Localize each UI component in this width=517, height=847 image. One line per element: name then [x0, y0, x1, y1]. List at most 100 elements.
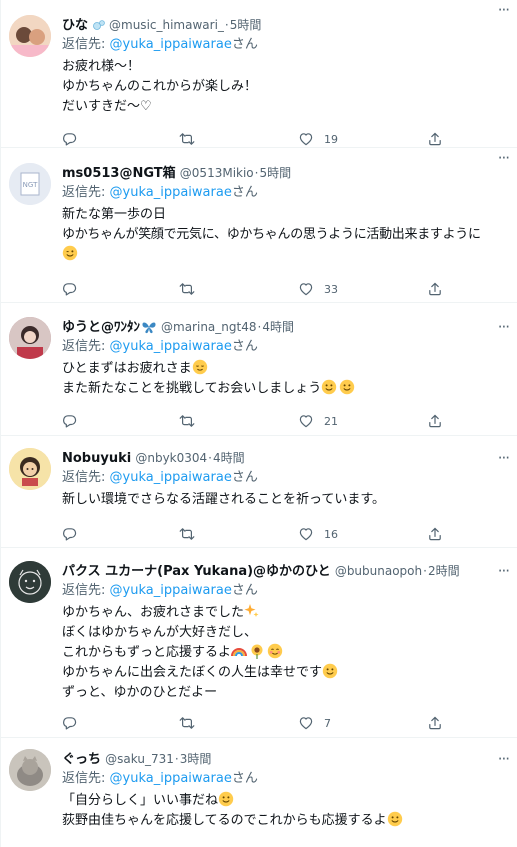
tweet-text-line: 「自分らしく」いい事だね — [62, 791, 509, 811]
reply-to-handle[interactable]: @yuka_ippaiwarae — [110, 37, 232, 52]
reply-context: 返信先: @yuka_ippaiwaraeさん — [62, 769, 509, 788]
reply-prefix: 返信先: — [62, 470, 106, 485]
author-handle[interactable]: @0513Mikio — [180, 166, 254, 180]
like-button[interactable]: 19 — [298, 129, 338, 149]
share-button[interactable] — [427, 411, 443, 431]
butterfly-emoji-icon — [141, 320, 157, 337]
retweet-button[interactable] — [179, 713, 195, 733]
smiling-face-icon — [321, 379, 337, 402]
tweet-time[interactable]: 2時間 — [428, 564, 460, 578]
avatar[interactable] — [9, 15, 51, 57]
retweet-icon — [179, 133, 195, 145]
reply-to-handle[interactable]: @yuka_ippaiwarae — [110, 771, 232, 786]
retweet-button[interactable] — [179, 411, 195, 431]
like-button[interactable]: 16 — [298, 524, 338, 544]
tweet[interactable]: パクス ユカーナ(Pax Yukana)@ゆかのひと @bubunaopoh·2… — [0, 548, 517, 738]
like-icon — [299, 528, 313, 541]
avatar[interactable] — [9, 448, 51, 490]
tweet-text: お疲れ様〜！ ゆかちゃんのこれからが楽しみ！ だいすきだ〜♡ — [62, 57, 509, 117]
more-options-icon[interactable]: ··· — [498, 0, 510, 20]
reply-button[interactable] — [62, 279, 78, 299]
tweet-time[interactable]: 4時間 — [262, 320, 294, 334]
tweet-text-line: また新たなことを挑戦してお会いしましょう — [62, 379, 509, 399]
avatar[interactable] — [9, 749, 51, 791]
avatar[interactable] — [9, 561, 51, 603]
tweet-text-line: ゆかちゃんのこれからが楽しみ！ — [62, 79, 258, 94]
author-handle[interactable]: @nbyk0304 — [135, 451, 207, 465]
tweet-time[interactable]: 4時間 — [213, 451, 245, 465]
tweet-text-line: だいすきだ〜♡ — [62, 99, 152, 114]
like-button[interactable]: 7 — [298, 713, 331, 733]
reply-prefix: 返信先: — [62, 339, 106, 354]
more-options-icon[interactable]: ··· — [498, 148, 510, 168]
author-handle[interactable]: @saku_731 — [105, 752, 174, 766]
retweet-icon — [179, 283, 195, 295]
smiling-face-icon — [322, 663, 338, 686]
reply-prefix: 返信先: — [62, 37, 106, 52]
share-icon — [429, 282, 441, 296]
reply-button[interactable] — [62, 713, 78, 733]
tweet-text-line: 荻野由佳ちゃんを応援してるのでこれからも応援するよ — [62, 811, 509, 831]
reply-prefix: 返信先: — [62, 583, 106, 598]
tweet-actions: 19 — [62, 129, 509, 149]
author-name[interactable]: ms0513@NGT箱 — [62, 166, 176, 181]
author-name[interactable]: Nobuyuki — [62, 451, 131, 466]
more-options-icon[interactable]: ··· — [498, 448, 510, 468]
reply-button[interactable] — [62, 129, 78, 149]
more-options-icon[interactable]: ··· — [498, 317, 510, 337]
reply-icon — [62, 283, 77, 296]
reply-prefix: 返信先: — [62, 185, 106, 200]
reply-suffix: さん — [231, 185, 258, 200]
tweet-text-segment: ゆかちゃんに出会えたぼくの人生は幸せです — [62, 665, 323, 680]
retweet-button[interactable] — [179, 279, 195, 299]
tweet[interactable]: Nobuyuki @nbyk0304·4時間 返信先: @yuka_ippaiw… — [0, 436, 517, 548]
retweet-button[interactable] — [179, 524, 195, 544]
retweet-icon — [179, 528, 195, 540]
reply-button[interactable] — [62, 411, 78, 431]
svg-text:NGT: NGT — [23, 181, 38, 189]
tweet[interactable]: ひな @music_himawari_·5時間 返信先: @yuka_ippaiw… — [0, 0, 517, 148]
share-button[interactable] — [427, 524, 443, 544]
reply-suffix: さん — [231, 470, 258, 485]
avatar[interactable]: NGT — [9, 163, 51, 205]
like-button[interactable]: 33 — [298, 279, 338, 299]
reply-prefix: 返信先: — [62, 771, 106, 786]
like-button[interactable]: 21 — [298, 411, 338, 431]
tweet-text: 「自分らしく」いい事だね 荻野由佳ちゃんを応援してるのでこれからも応援するよ — [62, 791, 509, 831]
share-button[interactable] — [427, 713, 443, 733]
tweet-text-line: ぼくはゆかちゃんが大好きだし、 — [62, 625, 258, 640]
share-icon — [429, 716, 441, 730]
tweet[interactable]: NGT ms0513@NGT箱 @0513Mikio·5時間 返信先: @yuk… — [0, 148, 517, 303]
tweet-time[interactable]: 5時間 — [230, 18, 262, 32]
reply-to-handle[interactable]: @yuka_ippaiwarae — [110, 470, 232, 485]
reply-context: 返信先: @yuka_ippaiwaraeさん — [62, 468, 509, 487]
tweet-actions: 33 — [62, 279, 509, 299]
reply-context: 返信先: @yuka_ippaiwaraeさん — [62, 183, 509, 202]
reply-button[interactable] — [62, 524, 78, 544]
reply-suffix: さん — [231, 583, 258, 598]
author-handle[interactable]: @music_himawari_ — [109, 18, 224, 32]
reply-to-handle[interactable]: @yuka_ippaiwarae — [110, 339, 232, 354]
author-name[interactable]: パクス ユカーナ(Pax Yukana)@ゆかのひと — [62, 564, 331, 579]
more-options-icon[interactable]: ··· — [498, 561, 510, 581]
tweet-time[interactable]: 5時間 — [259, 166, 291, 180]
reply-to-handle[interactable]: @yuka_ippaiwarae — [110, 185, 232, 200]
share-button[interactable] — [427, 129, 443, 149]
more-options-icon[interactable]: ··· — [498, 749, 510, 769]
reply-to-handle[interactable]: @yuka_ippaiwarae — [110, 583, 232, 598]
tweet-text-line: これからもずっと応援するよ — [62, 643, 509, 663]
tweet[interactable]: ぐっち @saku_731·3時間 返信先: @yuka_ippaiwaraeさ… — [0, 738, 517, 847]
author-name[interactable]: ひな — [62, 18, 88, 33]
share-button[interactable] — [427, 279, 443, 299]
author-name[interactable]: ぐっち — [62, 752, 101, 767]
author-handle[interactable]: @bubunaopoh — [335, 564, 422, 578]
author-name[interactable]: ゆうと@ﾜﾝﾀﾝ — [62, 320, 140, 335]
tweet[interactable]: ゆうと@ﾜﾝﾀﾝ @marina_ngt48·4時間 返信先: @yuka_ipp… — [0, 303, 517, 436]
like-count: 19 — [324, 132, 338, 146]
retweet-button[interactable] — [179, 129, 195, 149]
avatar[interactable] — [9, 317, 51, 359]
tweet-time[interactable]: 3時間 — [180, 752, 212, 766]
tweet-text-line: ゆかちゃん、お疲れさまでした — [62, 603, 509, 623]
tweet-text: ひとまずはお疲れさま また新たなことを挑戦してお会いしましょう — [62, 359, 509, 399]
author-handle[interactable]: @marina_ngt48 — [161, 320, 256, 334]
